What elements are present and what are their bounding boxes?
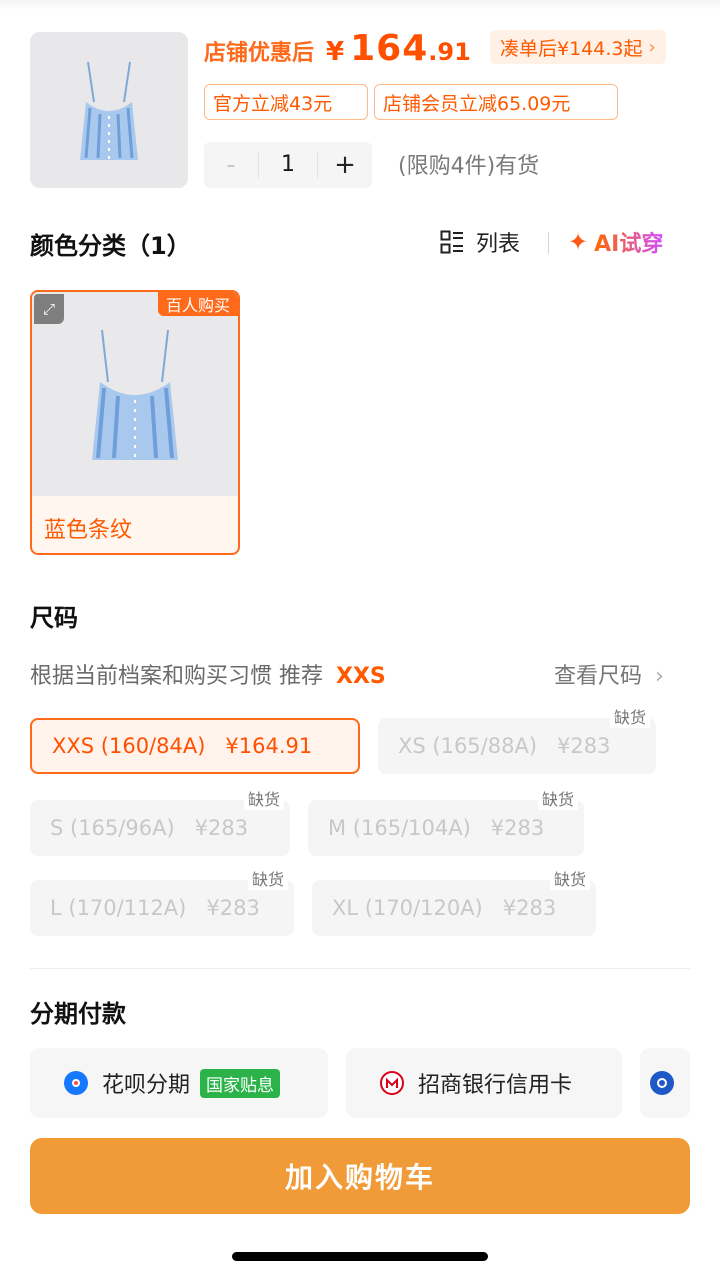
size-label: XS (165/88A) xyxy=(398,734,538,758)
huabei-logo-icon xyxy=(64,1071,88,1095)
size-price: ¥283 xyxy=(490,816,545,840)
installment-label: 花呗分期 xyxy=(102,1073,191,1098)
add-to-cart-button[interactable]: 加入购物车 xyxy=(30,1138,690,1214)
size-option-l[interactable]: L (170/112A) ¥283 缺货 xyxy=(30,866,294,936)
cmb-logo-icon xyxy=(380,1071,404,1095)
ai-try-on-button[interactable]: ✦ AI试穿 xyxy=(568,226,663,258)
installment-section-title: 分期付款 xyxy=(30,1000,126,1028)
expand-icon[interactable]: ⤢ xyxy=(34,294,64,324)
chevron-right-icon: › xyxy=(655,664,664,689)
section-divider xyxy=(30,968,690,969)
size-label: XXS (160/84A) xyxy=(52,734,206,758)
size-label: M (165/104A) xyxy=(328,816,471,840)
installment-option-huabei[interactable]: 花呗分期 国家贴息 xyxy=(30,1048,328,1118)
size-chart-label: 查看尺码 xyxy=(554,664,643,689)
recommendation-text: 根据当前档案和购买习惯 推荐 xyxy=(30,664,323,689)
size-option-m[interactable]: M (165/104A) ¥283 缺货 xyxy=(308,786,584,856)
list-view-toggle[interactable]: 列表 xyxy=(440,226,520,258)
size-option-xs[interactable]: XS (165/88A) ¥283 缺货 xyxy=(378,704,656,774)
out-of-stock-tag: 缺货 xyxy=(609,704,650,728)
installment-option-more[interactable] xyxy=(640,1048,690,1118)
color-option-blue-stripe[interactable]: ⤢ 百人购买 蓝色条纹 xyxy=(30,290,240,555)
size-label: S (165/96A) xyxy=(50,816,175,840)
size-chart-link[interactable]: 查看尺码 › xyxy=(554,658,664,690)
size-section-title: 尺码 xyxy=(30,604,78,632)
quantity-value[interactable]: 1 xyxy=(258,152,318,178)
list-view-label: 列表 xyxy=(476,232,521,257)
coupon-official[interactable]: 官方立减43元 xyxy=(204,84,368,120)
size-recommendation: 根据当前档案和购买习惯 推荐 XXS xyxy=(30,658,386,690)
list-icon xyxy=(440,230,464,254)
bundle-price-link[interactable]: 凑单后¥144.3起 › xyxy=(490,30,666,64)
size-label: XL (170/120A) xyxy=(332,896,483,920)
color-option-label: 蓝色条纹 xyxy=(44,518,133,543)
size-option-xl[interactable]: XL (170/120A) ¥283 缺货 xyxy=(312,866,596,936)
home-indicator[interactable] xyxy=(232,1252,488,1261)
top-divider xyxy=(0,0,720,10)
toolbar-separator xyxy=(548,232,549,254)
currency-symbol: ¥ xyxy=(326,37,345,67)
size-option-s[interactable]: S (165/96A) ¥283 缺货 xyxy=(30,786,290,856)
size-price: ¥283 xyxy=(557,734,611,758)
coupon-member[interactable]: 店铺会员立减65.09元 xyxy=(374,84,618,120)
size-price: ¥164.91 xyxy=(225,734,313,758)
stock-status: (限购4件)有货 xyxy=(398,154,540,179)
out-of-stock-tag: 缺货 xyxy=(537,786,578,810)
quantity-stepper: - 1 + xyxy=(204,142,372,188)
hot-badge: 百人购买 xyxy=(157,292,238,316)
decrease-button[interactable]: - xyxy=(204,150,258,180)
ai-try-on-label: AI试穿 xyxy=(594,226,663,258)
out-of-stock-tag: 缺货 xyxy=(247,866,288,890)
bundle-price-text: 凑单后¥144.3起 xyxy=(500,37,643,60)
product-thumbnail[interactable] xyxy=(30,32,188,188)
chevron-right-icon: › xyxy=(648,36,656,58)
color-option-image xyxy=(32,292,238,496)
out-of-stock-tag: 缺货 xyxy=(549,866,590,890)
color-section-title: 颜色分类（1） xyxy=(30,232,191,260)
recommended-size: XXS xyxy=(336,664,386,689)
size-price: ¥283 xyxy=(206,896,260,920)
price-label: 店铺优惠后 xyxy=(204,41,315,66)
size-label: L (170/112A) xyxy=(50,896,187,920)
price-decimal: .91 xyxy=(428,38,471,66)
price-after-discount: 店铺优惠后 ¥ 164 .91 xyxy=(204,28,471,76)
bank-logo-icon xyxy=(650,1071,674,1095)
installment-label: 招商银行信用卡 xyxy=(418,1073,573,1098)
size-price: ¥283 xyxy=(502,896,557,920)
increase-button[interactable]: + xyxy=(318,150,372,180)
installment-option-cmb[interactable]: 招商银行信用卡 xyxy=(346,1048,622,1118)
sparkle-icon: ✦ xyxy=(568,228,589,256)
size-price: ¥283 xyxy=(194,816,249,840)
subsidy-badge: 国家贴息 xyxy=(200,1068,281,1098)
size-option-xxs[interactable]: XXS (160/84A) ¥164.91 xyxy=(30,718,360,774)
out-of-stock-tag: 缺货 xyxy=(243,786,284,810)
price-integer: 164 xyxy=(350,28,429,69)
